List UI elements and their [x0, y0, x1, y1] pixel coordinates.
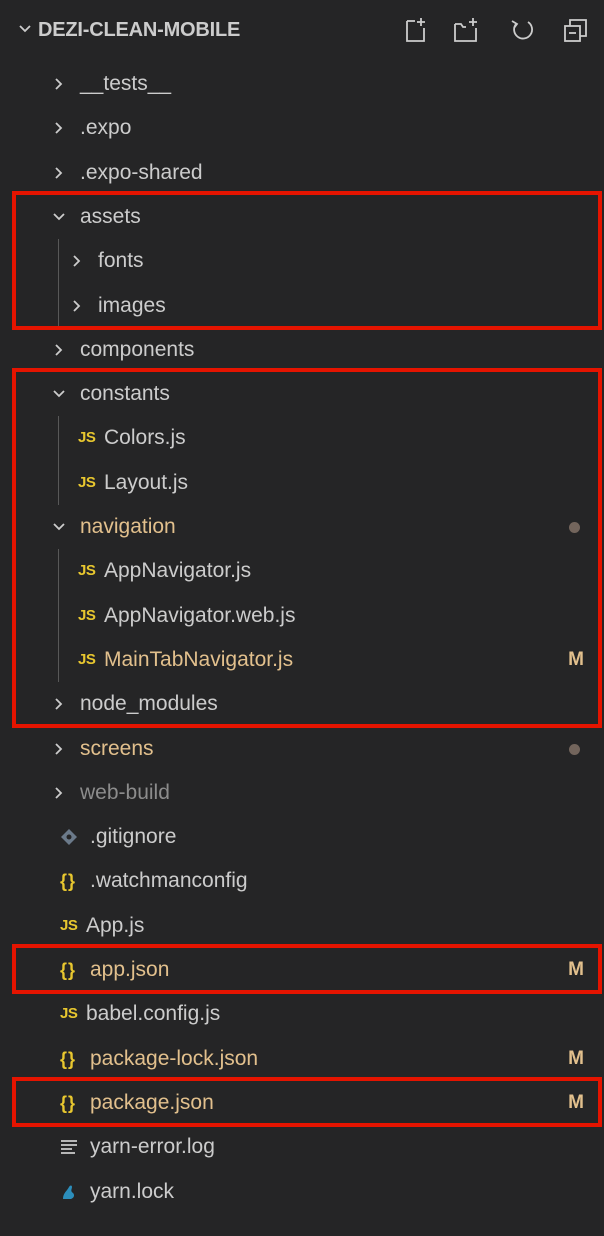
item-label: .expo [80, 116, 132, 140]
item-label: assets [80, 204, 141, 228]
indent-guide [58, 239, 59, 328]
item-label: MainTabNavigator.js [104, 647, 294, 671]
item-label: .watchmanconfig [90, 869, 248, 893]
folder-item[interactable]: navigation [0, 505, 604, 549]
file-item[interactable]: JS Layout.js [0, 461, 604, 505]
chevron-right-icon [52, 727, 66, 771]
chevron-right-icon [70, 239, 84, 283]
item-label: __tests__ [80, 72, 172, 95]
json-file-icon: {} [60, 960, 77, 980]
file-item[interactable]: {} app.json M [0, 948, 604, 992]
json-file-icon: {} [60, 1092, 77, 1113]
folder-item[interactable]: components [0, 328, 604, 372]
chevron-down-icon [52, 505, 66, 549]
chevron-right-icon [70, 284, 84, 328]
item-label: AppNavigator.js [104, 559, 252, 583]
new-file-icon[interactable] [404, 16, 430, 49]
chevron-right-icon [52, 62, 66, 106]
item-label: images [98, 293, 166, 317]
item-label: node_modules [80, 692, 218, 716]
folder-item[interactable]: __tests__ [0, 62, 604, 106]
explorer-header: DEZI-CLEAN-MOBILE [0, 0, 604, 62]
chevron-down-icon[interactable] [18, 22, 32, 41]
item-label: constants [80, 382, 170, 406]
folder-item[interactable]: images [0, 284, 604, 328]
item-label: screens [80, 736, 154, 760]
item-label: .gitignore [90, 825, 177, 849]
folder-item[interactable]: .expo [0, 106, 604, 150]
folder-item[interactable]: screens [0, 727, 604, 771]
item-label: app.json [90, 958, 170, 981]
folder-item[interactable]: constants [0, 372, 604, 416]
file-item[interactable]: JS Colors.js [0, 416, 604, 460]
file-item[interactable]: JS App.js [0, 904, 604, 948]
modified-dot-icon [569, 743, 580, 755]
item-label: yarn.lock [90, 1179, 175, 1203]
folder-item[interactable]: .expo-shared [0, 151, 604, 195]
explorer-title[interactable]: DEZI-CLEAN-MOBILE [38, 19, 240, 42]
javascript-file-icon: JS [60, 916, 78, 934]
item-label: Layout.js [104, 470, 189, 494]
collapse-all-icon[interactable] [562, 16, 590, 49]
item-label: AppNavigator.web.js [104, 603, 296, 627]
item-label: package-lock.json [90, 1046, 259, 1070]
chevron-right-icon [52, 771, 66, 815]
item-label: babel.config.js [86, 1002, 221, 1026]
file-item[interactable]: yarn-error.log [0, 1125, 604, 1169]
item-label: navigation [80, 515, 176, 538]
item-label: .expo-shared [80, 160, 203, 184]
javascript-file-icon: JS [78, 650, 96, 668]
modified-badge: M [568, 1047, 584, 1069]
file-item[interactable]: JS AppNavigator.web.js [0, 594, 604, 638]
chevron-right-icon [52, 151, 66, 195]
yarn-file-icon [60, 1170, 78, 1214]
file-item[interactable]: {} .watchmanconfig [0, 859, 604, 903]
modified-dot-icon [569, 522, 580, 533]
file-item[interactable]: JS AppNavigator.js [0, 549, 604, 593]
chevron-right-icon [52, 328, 66, 372]
folder-item[interactable]: fonts [0, 239, 604, 283]
file-item[interactable]: {} package.json M [0, 1081, 604, 1125]
modified-badge: M [568, 959, 584, 980]
file-item[interactable]: {} package-lock.json M [0, 1037, 604, 1081]
folder-item[interactable]: node_modules [0, 682, 604, 726]
file-item[interactable]: JS babel.config.js [0, 992, 604, 1036]
item-label: package.json [90, 1090, 214, 1114]
javascript-file-icon: JS [78, 473, 96, 491]
new-folder-icon[interactable] [452, 16, 480, 49]
item-label: Colors.js [104, 426, 186, 450]
chevron-down-icon [52, 372, 66, 416]
javascript-file-icon: JS [78, 606, 96, 624]
file-item[interactable]: JS MainTabNavigator.js M [0, 638, 604, 682]
file-item[interactable]: yarn.lock [0, 1170, 604, 1214]
chevron-right-icon [52, 682, 66, 726]
chevron-right-icon [52, 106, 66, 150]
item-label: components [80, 337, 195, 361]
modified-badge: M [568, 1091, 584, 1113]
javascript-file-icon: JS [78, 429, 96, 447]
folder-item[interactable]: web-build [0, 771, 604, 815]
file-item[interactable]: .gitignore [0, 815, 604, 859]
log-file-icon [60, 1125, 78, 1169]
javascript-file-icon: JS [78, 562, 96, 580]
indent-guide [58, 416, 59, 505]
modified-badge: M [568, 648, 584, 670]
item-label: fonts [98, 249, 144, 273]
indent-guide [58, 549, 59, 683]
chevron-down-icon [52, 195, 66, 239]
item-label: yarn-error.log [90, 1135, 215, 1159]
item-label: web-build [80, 780, 170, 804]
refresh-icon[interactable] [508, 16, 536, 49]
json-file-icon: {} [60, 871, 77, 892]
json-file-icon: {} [60, 1048, 77, 1069]
folder-item[interactable]: assets [0, 195, 604, 239]
git-file-icon [60, 815, 78, 859]
javascript-file-icon: JS [60, 1005, 78, 1023]
item-label: App.js [86, 913, 145, 937]
